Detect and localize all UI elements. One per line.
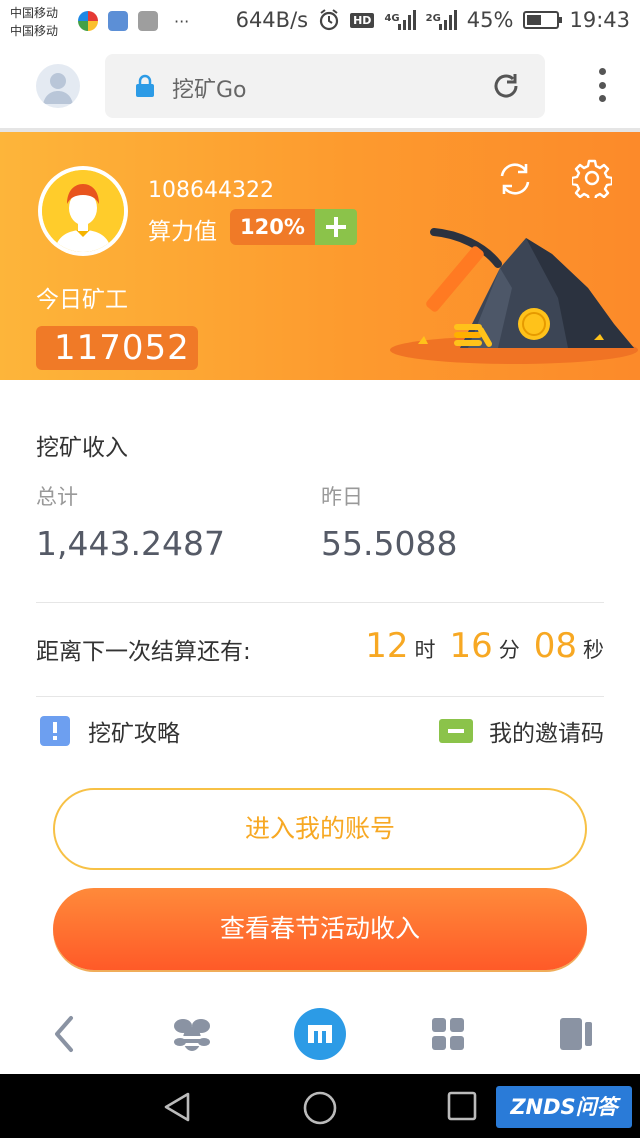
sim2-label: 2G xyxy=(425,13,441,24)
bee-icon[interactable] xyxy=(164,1008,220,1060)
url-field[interactable]: 挖矿Go xyxy=(105,54,545,118)
mining-illustration xyxy=(390,228,638,364)
browser-address-bar: 挖矿Go xyxy=(0,46,640,128)
net-speed: 644B/s xyxy=(235,8,309,32)
festival-income-button[interactable]: 查看春节活动收入 xyxy=(53,888,587,970)
square-recents-icon[interactable] xyxy=(446,1090,478,1122)
gear-icon[interactable] xyxy=(572,158,612,198)
system-nav-bar: ZNDS问答 xyxy=(0,1074,640,1138)
profile-header: 108644322 算力值 120% 今日矿工 117052 xyxy=(0,132,640,380)
carrier-names: 中国移动 中国移动 xyxy=(10,4,58,40)
settlement-countdown: 12 时 16 分 08 秒 xyxy=(365,626,604,666)
browser-bottom-nav xyxy=(0,994,640,1074)
sim2-signal: 2G xyxy=(426,10,457,30)
divider xyxy=(36,696,604,697)
user-avatar-icon[interactable] xyxy=(36,64,80,108)
hd-badge: HD xyxy=(350,12,375,28)
carrier-1: 中国移动 xyxy=(10,6,59,20)
mining-guide-label: 挖矿攻略 xyxy=(88,721,180,747)
reload-icon[interactable] xyxy=(491,71,521,101)
url-text: 挖矿Go xyxy=(172,78,247,103)
ticket-icon xyxy=(439,719,473,743)
alarm-icon xyxy=(319,9,339,31)
income-title: 挖矿收入 xyxy=(36,435,128,461)
avatar[interactable] xyxy=(38,166,128,256)
sync-icon[interactable] xyxy=(494,158,536,200)
health-icon xyxy=(108,11,128,31)
countdown-label: 距离下一次结算还有: xyxy=(36,639,251,665)
power-badge: 120% xyxy=(230,209,357,245)
enter-account-button[interactable]: 进入我的账号 xyxy=(53,788,587,870)
battery-icon xyxy=(523,11,563,29)
total-label: 总计 xyxy=(36,485,78,509)
mining-guide-link[interactable]: 挖矿攻略 xyxy=(40,714,180,748)
lock-icon xyxy=(136,74,154,97)
countdown-minutes: 16 xyxy=(449,626,493,666)
signal-icon xyxy=(397,10,416,30)
maxthon-home-icon[interactable] xyxy=(292,1008,348,1060)
plus-icon[interactable] xyxy=(314,209,357,245)
yesterday-value: 55.5088 xyxy=(321,524,458,563)
divider xyxy=(36,602,604,603)
sim1-label: 4G xyxy=(384,13,400,24)
power-label: 算力值 xyxy=(148,219,217,245)
invite-code-link[interactable]: 我的邀请码 xyxy=(439,714,604,748)
battery-percent: 45% xyxy=(466,8,514,32)
watermark-logo: ZNDS问答 xyxy=(496,1086,632,1128)
hours-unit: 时 xyxy=(414,638,436,662)
more-vertical-icon[interactable] xyxy=(598,68,606,102)
notification-icons: ··· xyxy=(78,11,189,31)
minutes-unit: 分 xyxy=(498,638,520,662)
yesterday-label: 昨日 xyxy=(321,485,363,509)
today-miners-label: 今日矿工 xyxy=(36,287,128,313)
sim1-signal: 4G xyxy=(384,10,416,30)
circle-home-icon[interactable] xyxy=(302,1090,338,1126)
grid-icon[interactable] xyxy=(420,1008,476,1060)
today-miners-count: 117052 xyxy=(36,326,198,370)
carrier-2: 中国移动 xyxy=(10,24,59,38)
countdown-seconds: 08 xyxy=(533,626,577,666)
back-icon[interactable] xyxy=(36,1008,92,1060)
signal-icon xyxy=(438,10,457,30)
power-value: 120% xyxy=(230,209,315,245)
avatar-icon xyxy=(42,170,124,252)
triangle-back-icon[interactable] xyxy=(160,1090,194,1124)
user-id: 108644322 xyxy=(148,178,274,203)
seconds-unit: 秒 xyxy=(583,638,604,662)
exclamation-icon xyxy=(40,716,70,746)
status-bar: 中国移动 中国移动 ··· 644B/s HD 4G 2G 45% 19:43 xyxy=(0,0,640,46)
tabs-icon[interactable] xyxy=(548,1008,604,1060)
gallery-icon xyxy=(138,11,158,31)
more-notifications: ··· xyxy=(174,11,190,31)
app-icon xyxy=(78,11,98,31)
invite-code-label: 我的邀请码 xyxy=(489,721,604,747)
countdown-hours: 12 xyxy=(365,626,409,666)
clock: 19:43 xyxy=(569,8,630,32)
total-value: 1,443.2487 xyxy=(36,524,225,563)
status-right: 644B/s HD 4G 2G 45% 19:43 xyxy=(236,8,630,32)
